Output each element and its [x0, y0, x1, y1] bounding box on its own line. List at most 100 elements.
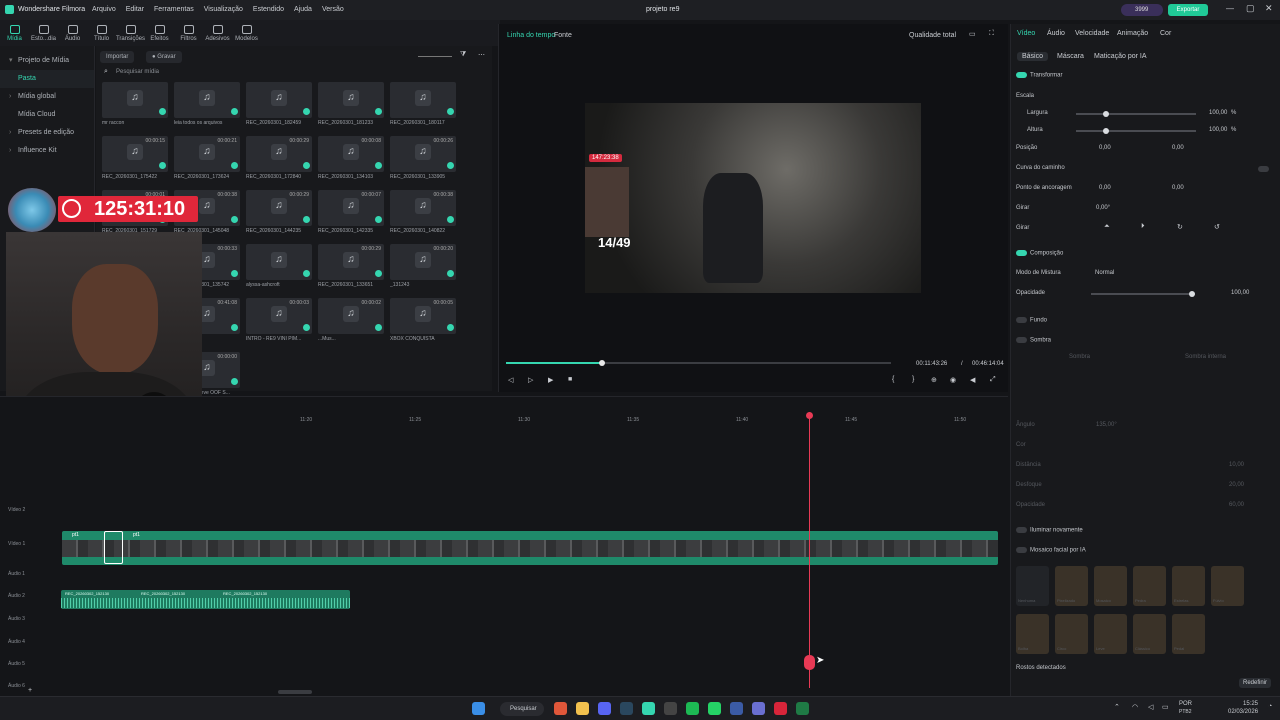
- sidebar-item-edit-presets[interactable]: › Presets de edição: [0, 124, 94, 142]
- slider-knob[interactable]: [1103, 128, 1109, 134]
- media-item[interactable]: ♫ 00:00:21 REC_20260301_173624: [174, 136, 240, 188]
- media-item[interactable]: ♫ REC_20260301_180117: [390, 82, 456, 134]
- path-curve-toggle[interactable]: [1258, 166, 1269, 172]
- sidebar-item-cloud-media[interactable]: Mídia Cloud: [0, 106, 94, 124]
- mark-out-icon[interactable]: }: [912, 376, 914, 383]
- zoom-slider[interactable]: [418, 56, 452, 57]
- play-forward-icon[interactable]: ▶: [548, 376, 553, 384]
- height-value[interactable]: 100,00: [1209, 127, 1227, 133]
- media-item[interactable]: ♫ REC_20260301_182459: [246, 82, 312, 134]
- toolbar-effects[interactable]: Efeitos: [145, 20, 174, 46]
- stop-icon[interactable]: ■: [568, 376, 572, 383]
- opacity-slider[interactable]: [1091, 291, 1195, 297]
- tab-color[interactable]: Cor: [1160, 30, 1171, 37]
- playhead[interactable]: [809, 412, 810, 688]
- layout-icon[interactable]: ▭: [969, 30, 976, 38]
- filmora-icon[interactable]: [642, 702, 655, 715]
- mosaic-option[interactable]: Clássico: [1133, 614, 1166, 654]
- background-toggle[interactable]: [1016, 317, 1027, 323]
- obs-icon[interactable]: [664, 702, 677, 715]
- subtab-mask[interactable]: Máscara: [1057, 53, 1084, 60]
- media-item[interactable]: ♫ 00:00:29 REC_20260301_133651: [318, 244, 384, 296]
- excel-icon[interactable]: [796, 702, 809, 715]
- inner-shadow-tab[interactable]: Sombra interna: [1185, 354, 1226, 360]
- mosaic-option[interactable]: Circo: [1055, 614, 1088, 654]
- flip-vertical-icon[interactable]: ⏶: [1104, 223, 1110, 231]
- volume-tray-icon[interactable]: ◁: [1148, 703, 1153, 711]
- menu-estendido[interactable]: Estendido: [253, 6, 284, 13]
- menu-arquivo[interactable]: Arquivo: [92, 6, 116, 13]
- prev-frame-icon[interactable]: ◁: [508, 376, 513, 384]
- media-item[interactable]: ♫ mr raccon: [102, 82, 168, 134]
- language-indicator[interactable]: POR: [1179, 701, 1192, 707]
- mosaic-option[interactable]: Fúlvio: [1211, 566, 1244, 606]
- media-item[interactable]: ♫ 00:00:20 _131243: [390, 244, 456, 296]
- add-track-icon[interactable]: +: [28, 687, 32, 694]
- media-item[interactable]: ♫ 00:00:15 REC_20260301_175422: [102, 136, 168, 188]
- sidebar-item-global-media[interactable]: › Mídia global: [0, 88, 94, 106]
- mosaic-option[interactable]: Bolha: [1016, 614, 1049, 654]
- opacity-value[interactable]: 100,00: [1231, 290, 1249, 296]
- zoom-preview-icon[interactable]: ⊕: [931, 376, 937, 384]
- selected-clip[interactable]: [104, 531, 123, 564]
- mosaic-row[interactable]: Mosaico facial por IA: [1016, 547, 1086, 554]
- app-icon[interactable]: [730, 702, 743, 715]
- shadow-opacity-value[interactable]: 60,00: [1229, 502, 1244, 508]
- position-y[interactable]: 0,00: [1172, 145, 1184, 151]
- whatsapp-icon[interactable]: [708, 702, 721, 715]
- mark-in-icon[interactable]: {: [892, 376, 894, 383]
- toolbar-filters[interactable]: Filtros: [174, 20, 203, 46]
- quality-select[interactable]: Qualidade total: [909, 32, 956, 39]
- tab-animation[interactable]: Animação: [1117, 30, 1148, 37]
- tab-timeline[interactable]: Linha do tempo: [507, 32, 555, 39]
- height-slider[interactable]: [1076, 128, 1196, 134]
- blur-value[interactable]: 20,00: [1229, 482, 1244, 488]
- blend-select[interactable]: Normal: [1095, 270, 1114, 276]
- slider-knob[interactable]: [1189, 291, 1195, 297]
- search-input[interactable]: Pesquisar mídia: [116, 69, 159, 75]
- battery-icon[interactable]: ▭: [1162, 703, 1169, 711]
- tab-speed[interactable]: Velocidade: [1075, 30, 1109, 37]
- media-item[interactable]: ♫ REC_20260301_181233: [318, 82, 384, 134]
- media-item[interactable]: ♫ 00:00:07 REC_20260301_142335: [318, 190, 384, 242]
- mosaic-option[interactable]: Mosaico: [1094, 566, 1127, 606]
- mosaic-option[interactable]: Pedra: [1133, 566, 1166, 606]
- credits-badge[interactable]: 3999: [1121, 4, 1163, 16]
- playhead-top-icon[interactable]: [806, 412, 813, 419]
- toolbar-stickers[interactable]: Adesivos: [203, 20, 232, 46]
- app-icon[interactable]: [752, 702, 765, 715]
- mosaic-option[interactable]: Estrelas: [1172, 566, 1205, 606]
- tab-audio[interactable]: Áudio: [1047, 30, 1065, 37]
- toolbar-templates[interactable]: Modelos: [232, 20, 261, 46]
- volume-icon[interactable]: ◀: [970, 376, 975, 384]
- menu-versao[interactable]: Versão: [322, 6, 344, 13]
- width-slider[interactable]: [1076, 111, 1196, 117]
- close-icon[interactable]: ✕: [1265, 3, 1273, 14]
- sidebar-item-project-media[interactable]: ▾ Projeto de Mídia: [0, 52, 94, 70]
- toolbar-transitions[interactable]: Transições: [116, 20, 145, 46]
- playhead-handle[interactable]: [804, 655, 815, 670]
- media-item[interactable]: ♫ 00:00:08 REC_20260301_134103: [318, 136, 384, 188]
- media-item[interactable]: ♫ 00:00:26 REC_20260301_133905: [390, 136, 456, 188]
- composition-toggle[interactable]: [1016, 250, 1027, 256]
- composition-toggle-row[interactable]: Composição: [1016, 250, 1063, 257]
- wifi-icon[interactable]: ◠: [1132, 703, 1138, 711]
- sidebar-item-influence-kit[interactable]: › Influence Kit: [0, 142, 94, 160]
- subtab-basic[interactable]: Básico: [1017, 52, 1049, 61]
- mosaic-toggle[interactable]: [1016, 547, 1027, 553]
- relight-row[interactable]: Iluminar novamente: [1016, 527, 1083, 534]
- anchor-x[interactable]: 0,00: [1099, 185, 1111, 191]
- media-item[interactable]: ♫ 00:00:02 ...Mus...: [318, 298, 384, 350]
- clock-time[interactable]: 15:25: [1243, 701, 1258, 707]
- media-item[interactable]: ♫ 00:00:03 INTRO - RE9 VINI PIM...: [246, 298, 312, 350]
- fullscreen-icon[interactable]: ⤢: [990, 376, 996, 384]
- mosaic-option[interactable]: Pixelizado: [1055, 566, 1088, 606]
- camera-icon[interactable]: ◉: [950, 376, 956, 384]
- transform-toggle[interactable]: [1016, 72, 1027, 78]
- shadow-toggle[interactable]: [1016, 337, 1027, 343]
- steam-icon[interactable]: [620, 702, 633, 715]
- toolbar-stock-media[interactable]: Esto...dia: [29, 20, 58, 46]
- toolbar-audio[interactable]: Áudio: [58, 20, 87, 46]
- toolbar-titles[interactable]: Título: [87, 20, 116, 46]
- brave-icon[interactable]: [554, 702, 567, 715]
